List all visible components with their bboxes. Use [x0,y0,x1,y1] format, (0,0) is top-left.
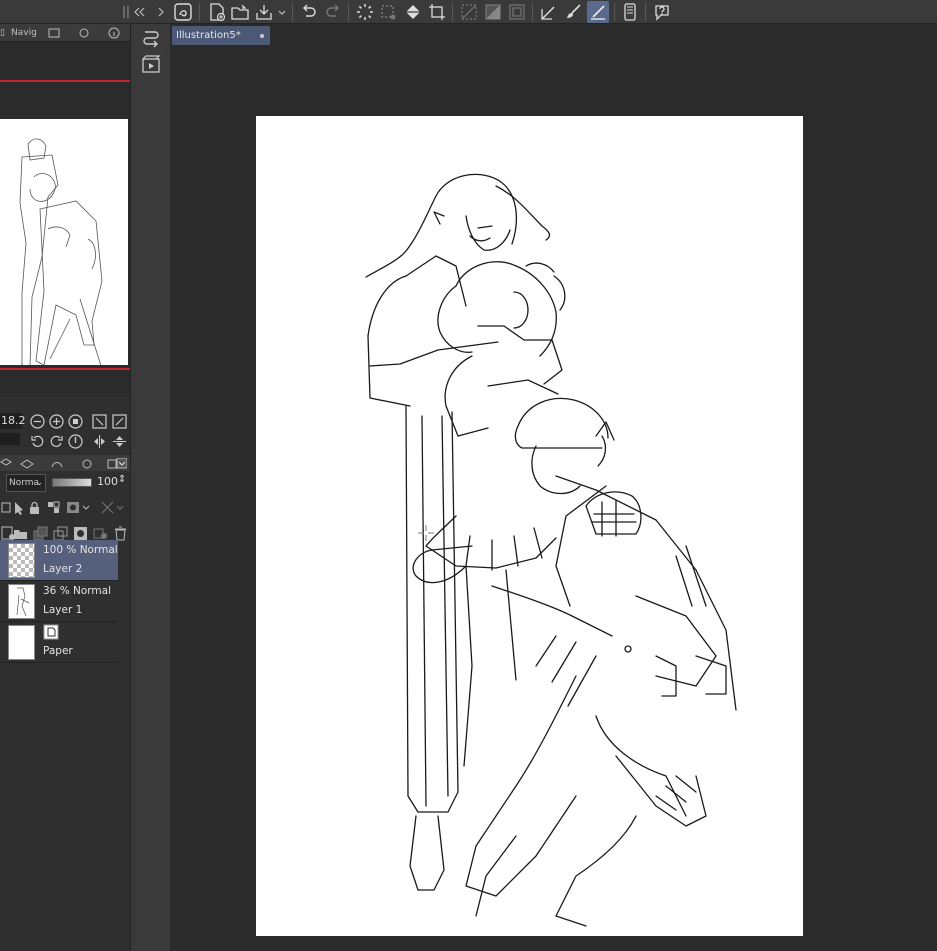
tab-layer-search-icon[interactable] [20,456,34,472]
layer-mask-icon[interactable] [72,525,88,541]
rotate-left-icon[interactable] [29,433,45,449]
undo-icon[interactable] [298,1,320,23]
flip-vertical-icon[interactable] [111,433,127,449]
selection-icon[interactable] [377,1,399,23]
left-panel: ▯ Navig 18.2 Norma ⌄ 100 ⇕ 100 % Normal … [0,24,130,951]
apply-mask-icon[interactable] [92,525,108,541]
brush-icon[interactable] [562,1,584,23]
unsaved-dot-icon[interactable] [260,34,264,38]
layer-name: Layer 1 [43,604,83,616]
fit-to-window-icon[interactable] [111,413,127,429]
layer-row-layer-1[interactable]: 36 % Normal Layer 1 [0,581,118,622]
navigator-tab-bar: ▯ Navig [0,24,130,42]
tab-info-icon[interactable] [108,25,120,41]
transfer-to-lower-icon[interactable] [32,525,48,541]
layer-name: Paper [43,645,73,657]
layer-row-layer-2[interactable]: 100 % Normal Layer 2 [0,540,118,581]
paper-layer-icon [43,624,59,643]
tab-navigator[interactable]: Navig [11,25,37,41]
layer-list: 100 % Normal Layer 2 36 % Normal Layer 1… [0,540,118,666]
document-tab[interactable]: Illustration5* [172,26,270,45]
tab-subview-icon[interactable] [48,25,60,41]
merge-layer-icon[interactable] [52,525,68,541]
new-file-icon[interactable] [206,1,228,23]
loading-icon[interactable] [354,1,376,23]
rotation-slider[interactable] [0,433,20,445]
command-strip [130,24,170,951]
line-tool-icon[interactable] [538,1,560,23]
navigator-frame-bottom [0,368,130,370]
layer-property-bar: Norma ⌄ 100 ⇕ [0,471,130,547]
mask-options-icon[interactable] [66,499,94,515]
flip-horizontal-icon[interactable] [91,433,107,449]
tab-layer-comp-icon[interactable] [50,456,64,472]
canvas-area[interactable]: Illustration5* [170,24,937,951]
invert-selection-icon[interactable] [482,1,504,23]
top-toolbar [0,0,937,24]
fit-to-navigator-icon[interactable] [91,413,107,429]
navigator-controls: 18.2 [0,408,130,456]
redo-icon[interactable] [322,1,344,23]
layer-name: Layer 2 [43,563,83,575]
hide-selection-icon[interactable] [458,1,480,23]
layer-row-paper[interactable]: Paper [0,622,118,663]
lock-icon[interactable] [26,499,42,515]
auto-action-icon[interactable] [139,26,163,50]
tab-animation-icon[interactable] [80,456,94,472]
opacity-value[interactable]: 100 [97,475,118,488]
layer-panel-tab-bar [0,455,130,471]
reset-rotation-icon[interactable] [67,433,83,449]
panel-menu-icon[interactable]: ▯ [0,25,5,41]
pen-active-icon[interactable] [587,1,609,23]
navigator-thumbnail[interactable] [0,119,128,370]
panel-grip-icon[interactable] [120,1,132,23]
transform-icon[interactable] [426,1,448,23]
clear-icon[interactable] [506,1,528,23]
blend-mode-select[interactable]: Norma ⌄ [6,474,46,492]
layer-thumbnail [8,625,35,660]
drawing-canvas[interactable] [256,116,803,936]
new-folder-icon[interactable] [12,525,28,541]
actual-size-icon[interactable] [67,413,83,429]
crosshair-cursor-icon [418,525,434,541]
zoom-value[interactable]: 18.2 [0,413,26,429]
line-art-sketch [365,173,737,927]
tab-search-icon[interactable] [78,25,90,41]
zoom-in-icon[interactable] [48,413,64,429]
delete-layer-icon[interactable] [112,525,128,541]
help-icon[interactable] [651,1,673,23]
collapse-left-icon[interactable] [132,1,146,23]
save-dropdown-icon[interactable] [276,1,288,23]
save-icon[interactable] [253,1,275,23]
layer-thumbnail [8,543,35,578]
clip-studio-icon[interactable] [172,1,194,23]
layer-blend-info: 36 % Normal [43,585,112,597]
timelapse-icon[interactable] [139,52,163,76]
palette-color-icon[interactable] [100,499,128,515]
document-tab-title: Illustration5* [176,30,241,41]
layer-thumbnail [8,584,35,619]
chevron-down-icon: ⌄ [35,478,43,488]
navigator-frame-top [0,80,130,82]
tab-menu-icon[interactable] [107,456,127,472]
opacity-slider[interactable] [52,478,92,487]
tab-layer-property-icon[interactable] [0,456,12,472]
rotate-right-icon[interactable] [48,433,64,449]
zoom-out-icon[interactable] [29,413,45,429]
reference-layer-icon[interactable] [10,499,26,515]
open-folder-icon[interactable] [229,1,251,23]
fill-icon[interactable] [402,1,424,23]
expand-right-icon[interactable] [154,1,168,23]
device-icon[interactable] [619,1,641,23]
opacity-stepper-icon[interactable]: ⇕ [118,474,126,485]
layer-blend-info: 100 % Normal [43,544,118,556]
lock-transparency-icon[interactable] [45,499,61,515]
navigator-preview[interactable] [0,42,130,397]
